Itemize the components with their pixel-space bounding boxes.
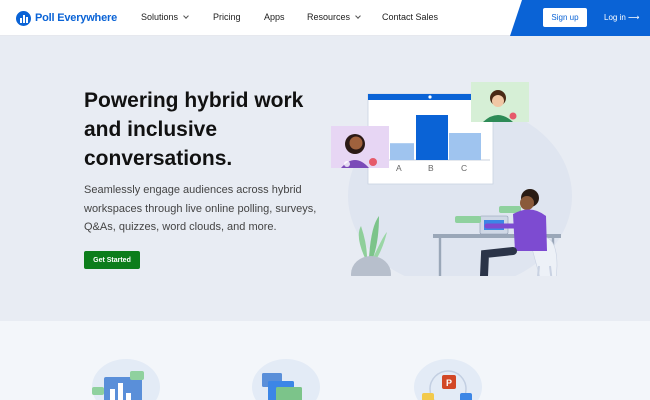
poll-bar-c — [449, 133, 481, 160]
chevron-down-icon — [355, 12, 361, 19]
nav-solutions[interactable]: Solutions — [141, 12, 189, 22]
hero-subtitle: Seamlessly engage audiences across hybri… — [84, 184, 317, 233]
hero-section: Powering hybrid work and inclusive conve… — [0, 36, 650, 321]
video-tile-woman — [331, 126, 389, 168]
hero-title: Powering hybrid work and inclusive conve… — [84, 89, 304, 170]
nav-contact-sales[interactable]: Contact Sales — [382, 12, 438, 22]
nav-label: Contact Sales — [382, 12, 439, 22]
svg-text:P: P — [446, 378, 452, 388]
nav-label: Resources — [307, 12, 351, 22]
nav-label: Solutions — [141, 12, 179, 22]
poll-bar-a — [390, 143, 414, 160]
brand-logo[interactable]: Poll Everywhere — [16, 10, 117, 26]
nav-label: Apps — [264, 12, 285, 22]
bar-label-a: A — [396, 163, 402, 173]
features-section: P — [0, 321, 650, 400]
nav-label: Pricing — [213, 12, 241, 22]
signup-button[interactable]: Sign up — [543, 8, 587, 27]
bar-label-b: B — [428, 163, 434, 173]
integrations-icon: P — [414, 359, 482, 400]
chat-bubble — [455, 216, 481, 223]
login-link[interactable]: Log in ⟶ — [604, 13, 640, 22]
logo-bars-icon — [16, 10, 31, 26]
poll-chart-icon — [92, 359, 160, 400]
poll-bar-b — [416, 115, 448, 160]
nav-pricing[interactable]: Pricing — [213, 12, 241, 22]
video-tile-man — [471, 82, 529, 122]
hybrid-meeting-illustration: A B C — [331, 82, 572, 276]
nav-resources[interactable]: Resources — [307, 12, 361, 22]
get-started-button[interactable]: Get Started — [84, 251, 140, 269]
brand-name: Poll Everywhere — [35, 12, 117, 24]
folders-icon — [252, 359, 320, 400]
chevron-down-icon — [183, 12, 189, 19]
nav-apps[interactable]: Apps — [264, 12, 285, 22]
top-navbar: Poll Everywhere Solutions Pricing Apps R… — [0, 0, 650, 36]
bar-label-c: C — [461, 163, 467, 173]
